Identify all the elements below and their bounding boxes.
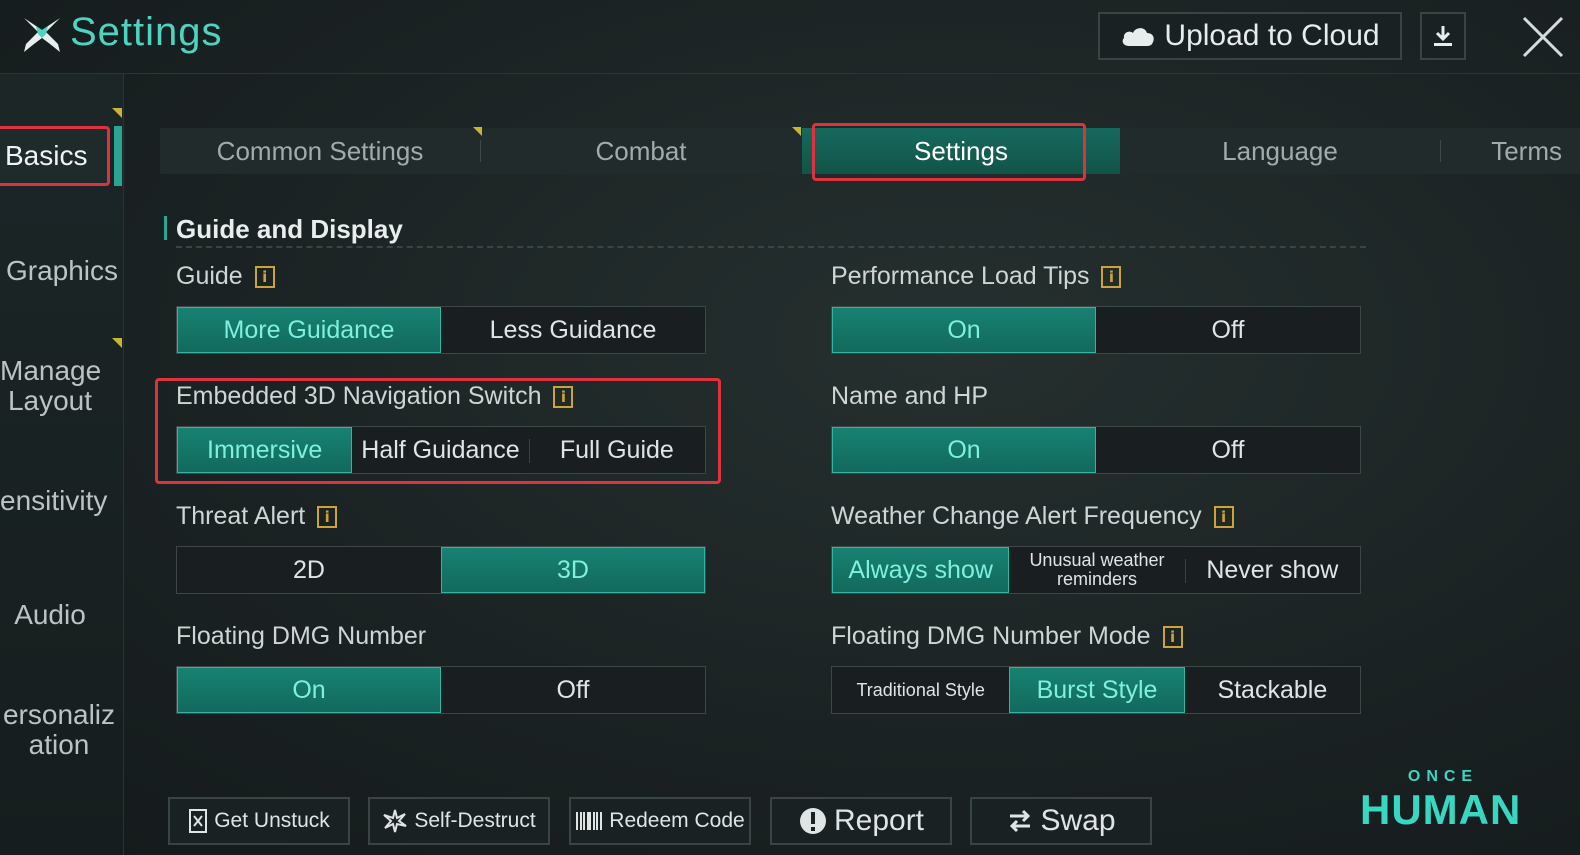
- info-icon[interactable]: i: [1101, 265, 1122, 288]
- guide-toggle: More Guidance Less Guidance: [176, 306, 706, 354]
- option-always-show[interactable]: Always show: [832, 547, 1010, 593]
- option-on[interactable]: On: [832, 307, 1096, 353]
- name-hp-label: Name and HP: [831, 382, 988, 411]
- section-accent: [164, 216, 167, 240]
- upload-label: Upload to Cloud: [1164, 19, 1380, 52]
- option-unusual-weather-reminders[interactable]: Unusual weather reminders: [1009, 547, 1184, 593]
- sidebar-item-audio[interactable]: Audio: [0, 600, 100, 630]
- option-stackable[interactable]: Stackable: [1185, 667, 1360, 713]
- page-title: Settings: [70, 10, 223, 54]
- option-off[interactable]: Off: [1096, 427, 1360, 473]
- floating-dmg-toggle: On Off: [176, 666, 706, 714]
- floating-dmg-mode-label-text: Floating DMG Number Mode: [831, 622, 1151, 650]
- swap-icon: [1010, 809, 1031, 833]
- new-marker-icon: [112, 108, 122, 118]
- weather-alert-label: Weather Change Alert Frequency i: [831, 502, 1234, 531]
- report-button[interactable]: Report: [770, 797, 952, 845]
- embedded-nav-toggle: Immersive Half Guidance Full Guide: [176, 426, 706, 474]
- embedded-nav-label: Embedded 3D Navigation Switch i: [176, 382, 574, 411]
- weather-alert-label-text: Weather Change Alert Frequency: [831, 502, 1202, 530]
- floating-dmg-mode-label: Floating DMG Number Mode i: [831, 622, 1183, 651]
- tab-common-settings[interactable]: Common Settings: [160, 128, 480, 174]
- tab-language[interactable]: Language: [1120, 128, 1440, 174]
- alert-icon: [799, 808, 826, 834]
- performance-load-tips-toggle: On Off: [831, 306, 1361, 354]
- embedded-nav-label-text: Embedded 3D Navigation Switch: [176, 382, 542, 410]
- self-destruct-icon: [383, 809, 407, 833]
- floating-dmg-label-text: Floating DMG Number: [176, 622, 427, 650]
- sidebar-item-sensitivity[interactable]: ensitivity: [0, 486, 124, 516]
- sidebar-item-label: Basics: [5, 140, 88, 171]
- option-traditional-style[interactable]: Traditional Style: [832, 667, 1009, 713]
- cloud-icon: [1123, 28, 1155, 46]
- barcode-icon: [576, 812, 603, 830]
- option-on[interactable]: On: [832, 427, 1096, 473]
- section-title: Guide and Display: [176, 214, 403, 244]
- sidebar-item-graphics[interactable]: Graphics: [0, 256, 124, 286]
- info-icon[interactable]: i: [1162, 625, 1183, 648]
- download-button[interactable]: [1420, 12, 1466, 60]
- floating-dmg-mode-toggle: Traditional Style Burst Style Stackable: [831, 666, 1361, 714]
- threat-alert-toggle: 2D 3D: [176, 546, 706, 594]
- brand-logo-top: ONCE: [1407, 768, 1479, 785]
- sidebar-item-manage-layout[interactable]: Manage Layout: [0, 356, 101, 416]
- floating-dmg-label: Floating DMG Number: [176, 622, 426, 651]
- option-immersive[interactable]: Immersive: [177, 427, 353, 473]
- info-icon[interactable]: i: [254, 265, 275, 288]
- brand-logo: HUMAN: [1360, 786, 1522, 833]
- redeem-code-label: Redeem Code: [609, 809, 745, 832]
- threat-alert-label-text: Threat Alert: [176, 502, 306, 530]
- self-destruct-button[interactable]: Self-Destruct: [368, 797, 550, 845]
- get-unstuck-button[interactable]: Get Unstuck: [168, 797, 350, 845]
- phone-icon: [189, 809, 208, 833]
- option-half-guidance[interactable]: Half Guidance: [352, 427, 528, 473]
- option-3d[interactable]: 3D: [441, 547, 705, 593]
- name-hp-label-text: Name and HP: [831, 382, 989, 410]
- info-icon[interactable]: i: [1213, 505, 1234, 528]
- tab-combat[interactable]: Combat: [481, 128, 801, 174]
- get-unstuck-label: Get Unstuck: [214, 809, 330, 832]
- info-icon[interactable]: i: [317, 505, 338, 528]
- threat-alert-label: Threat Alert i: [176, 502, 338, 531]
- section-divider: [176, 246, 1366, 248]
- name-hp-toggle: On Off: [831, 426, 1361, 474]
- option-less-guidance[interactable]: Less Guidance: [441, 307, 705, 353]
- option-off[interactable]: Off: [1096, 307, 1360, 353]
- new-marker-icon: [112, 338, 122, 348]
- weather-alert-toggle: Always show Unusual weather reminders Ne…: [831, 546, 1361, 594]
- guide-label: Guide i: [176, 262, 275, 291]
- performance-load-tips-label-text: Performance Load Tips: [831, 262, 1090, 290]
- tab-settings[interactable]: Settings: [802, 128, 1120, 174]
- new-marker-icon: [792, 127, 801, 136]
- tab-divider: [1440, 140, 1441, 162]
- report-label: Report: [833, 804, 925, 837]
- guide-label-text: Guide: [176, 262, 243, 290]
- game-logo-icon: [24, 18, 60, 52]
- self-destruct-label: Self-Destruct: [414, 809, 536, 832]
- tab-terms[interactable]: Terms: [1450, 128, 1580, 174]
- close-icon[interactable]: [1520, 14, 1566, 60]
- option-full-guide[interactable]: Full Guide: [528, 427, 705, 473]
- option-on[interactable]: On: [177, 667, 441, 713]
- swap-button[interactable]: Swap: [970, 797, 1152, 845]
- sidebar-active-indicator: [114, 126, 122, 186]
- option-more-guidance[interactable]: More Guidance: [177, 307, 441, 353]
- option-burst-style[interactable]: Burst Style: [1009, 667, 1185, 713]
- upload-to-cloud-button[interactable]: Upload to Cloud: [1098, 12, 1402, 60]
- option-2d[interactable]: 2D: [177, 547, 441, 593]
- download-icon: [1434, 26, 1452, 46]
- swap-label: Swap: [1040, 804, 1116, 837]
- sidebar-item-basics[interactable]: Basics: [0, 126, 110, 186]
- performance-load-tips-label: Performance Load Tips i: [831, 262, 1122, 291]
- info-icon[interactable]: i: [553, 385, 574, 408]
- option-off[interactable]: Off: [441, 667, 705, 713]
- option-never-show[interactable]: Never show: [1184, 547, 1360, 593]
- redeem-code-button[interactable]: Redeem Code: [569, 797, 751, 845]
- sidebar-item-personalization[interactable]: ersonaliz ation: [0, 700, 118, 760]
